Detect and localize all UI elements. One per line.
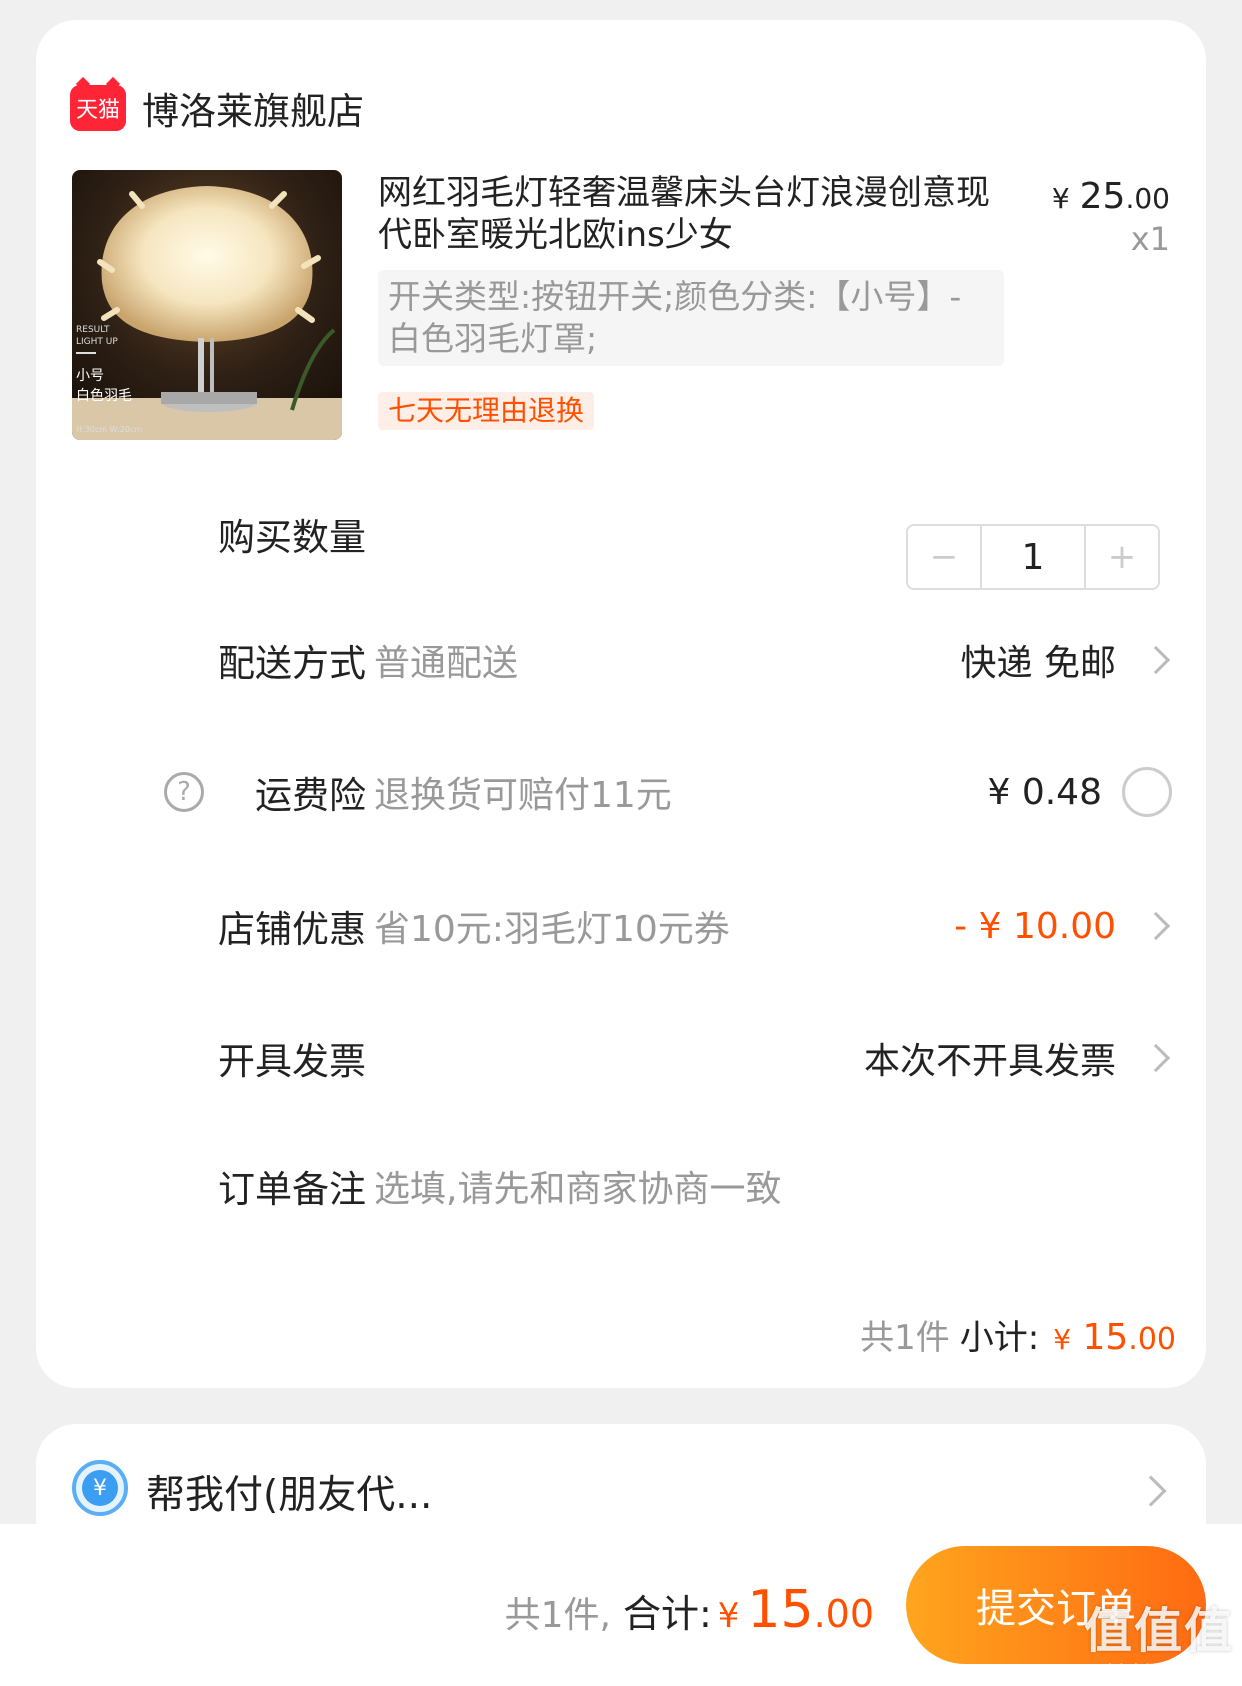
subtotal-label: 小计: bbox=[959, 1318, 1040, 1358]
quantity-stepper[interactable]: − 1 + bbox=[906, 524, 1160, 590]
image-caption-1: RESULT bbox=[76, 325, 110, 335]
product-quantity: x1 bbox=[1130, 220, 1170, 258]
discount-value: 省10元:羽毛灯10元券 bbox=[374, 909, 730, 950]
insurance-radio[interactable] bbox=[1122, 767, 1172, 817]
product-title[interactable]: 网红羽毛灯轻奢温馨床头台灯浪漫创意现代卧室暖光北欧ins少女 bbox=[378, 172, 1018, 256]
discount-amount: - ¥ 10.00 bbox=[954, 905, 1116, 947]
return-policy-badge: 七天无理由退换 bbox=[378, 392, 595, 430]
price-int: 25 bbox=[1079, 176, 1126, 217]
image-caption-color: 白色羽毛 bbox=[76, 387, 132, 404]
order-total: 共1件, 合计: ¥ 15.00 bbox=[505, 1580, 874, 1640]
subtotal: 共1件 小计: ¥ 15.00 bbox=[860, 1310, 1176, 1359]
insurance-value: 退换货可赔付11元 bbox=[374, 775, 672, 816]
shop-name[interactable]: 博洛莱旗舰店 bbox=[142, 81, 364, 135]
price-symbol: ¥ bbox=[1051, 182, 1070, 215]
chevron-right-icon bbox=[1135, 1475, 1167, 1507]
shop-header[interactable]: 天猫 博洛莱旗舰店 bbox=[70, 64, 364, 152]
total-int: 15 bbox=[747, 1580, 814, 1640]
feather-lamp-image: RESULT LIGHT UP 小号 白色羽毛 H:30cm W:20cm bbox=[72, 170, 342, 440]
product-image[interactable]: RESULT LIGHT UP 小号 白色羽毛 H:30cm W:20cm bbox=[72, 170, 342, 440]
watermark: 值值值 zhizhizhi.com bbox=[1083, 1603, 1234, 1682]
chevron-right-icon bbox=[1141, 645, 1171, 675]
delivery-label: 配送方式 bbox=[218, 642, 366, 685]
chevron-right-icon bbox=[1141, 1043, 1171, 1073]
product-price: ¥25.00 bbox=[1052, 176, 1170, 217]
insurance-row: ? 运费险 退换货可赔付11元 ¥ 0.48 bbox=[36, 762, 1206, 822]
quantity-value[interactable]: 1 bbox=[980, 526, 1086, 588]
help-icon[interactable]: ? bbox=[164, 772, 204, 812]
delivery-row[interactable]: 配送方式 普通配送 快递 免邮 bbox=[36, 630, 1206, 690]
chevron-right-icon bbox=[1141, 911, 1171, 941]
image-caption-dims: H:30cm W:20cm bbox=[76, 425, 142, 434]
bottom-bar: 共1件, 合计: ¥ 15.00 提交订单 值值值 zhizhizhi.com bbox=[0, 1524, 1242, 1686]
total-dec: .00 bbox=[813, 1592, 874, 1636]
decrement-button[interactable]: − bbox=[908, 526, 980, 588]
increment-button[interactable]: + bbox=[1086, 526, 1158, 588]
discount-row[interactable]: 店铺优惠 省10元:羽毛灯10元券 - ¥ 10.00 bbox=[36, 896, 1206, 956]
invoice-label: 开具发票 bbox=[218, 1040, 366, 1083]
note-input[interactable]: 选填,请先和商家协商一致 bbox=[374, 1160, 781, 1212]
image-caption-size: 小号 bbox=[76, 368, 104, 384]
insurance-label: 运费险 bbox=[255, 774, 366, 817]
insurance-price: ¥ 0.48 bbox=[987, 771, 1102, 813]
subtotal-count: 共1件 bbox=[860, 1318, 950, 1358]
note-label: 订单备注 bbox=[218, 1168, 366, 1211]
invoice-row[interactable]: 开具发票 本次不开具发票 bbox=[36, 1028, 1206, 1088]
order-card: 天猫 博洛莱旗舰店 RESULT LIGHT UP 小号 白色羽毛 H:30cm… bbox=[36, 20, 1206, 1388]
pay-for-me-label: 帮我付(朋友代... bbox=[146, 1473, 433, 1518]
note-row: 订单备注 选填,请先和商家协商一致 bbox=[36, 1156, 1206, 1216]
quantity-label: 购买数量 bbox=[218, 516, 366, 559]
total-count: 共1件, bbox=[504, 1595, 611, 1636]
image-caption-2: LIGHT UP bbox=[76, 337, 118, 347]
delivery-value: 普通配送 bbox=[374, 643, 519, 684]
sku-info[interactable]: 开关类型:按钮开关;颜色分类:【小号】-白色羽毛灯罩; bbox=[378, 270, 1004, 366]
total-label: 合计: bbox=[622, 1592, 712, 1636]
subtotal-amount: ¥ 15.00 bbox=[1053, 1317, 1176, 1358]
delivery-option: 快递 免邮 bbox=[960, 643, 1116, 684]
discount-label: 店铺优惠 bbox=[218, 908, 366, 951]
tmall-logo-icon: 天猫 bbox=[70, 85, 126, 131]
price-dec: .00 bbox=[1125, 182, 1170, 215]
yuan-coin-icon: ¥ bbox=[72, 1460, 128, 1516]
invoice-value: 本次不开具发票 bbox=[863, 1041, 1116, 1082]
total-symbol: ¥ bbox=[717, 1596, 740, 1636]
